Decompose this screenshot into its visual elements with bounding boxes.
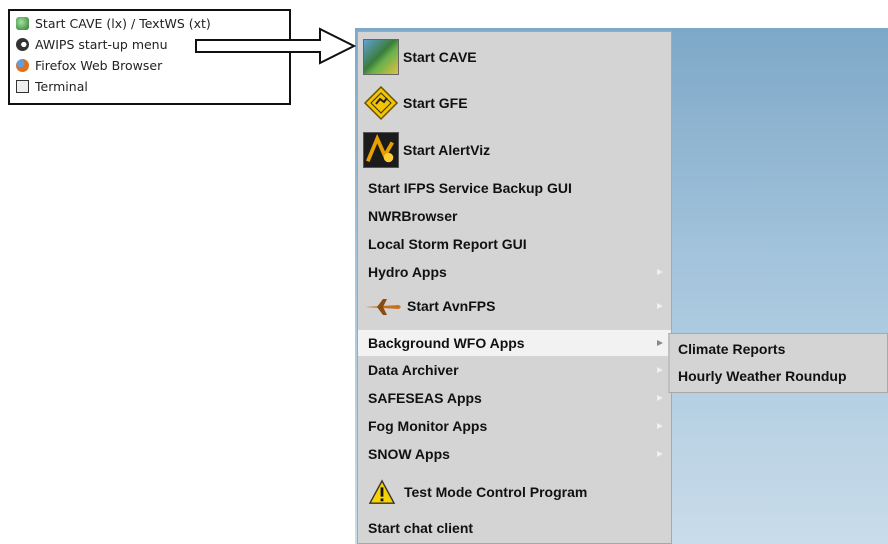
menu-item-label: Local Storm Report GUI (368, 236, 527, 252)
menu-item-label: Background WFO Apps (368, 335, 525, 351)
launcher-item-label: Firefox Web Browser (35, 58, 163, 73)
submenu-arrow-icon (657, 269, 663, 275)
menu-item-label: Fog Monitor Apps (368, 418, 488, 434)
menu-item-ifps-backup[interactable]: Start IFPS Service Backup GUI (358, 174, 671, 202)
menu-item-background-wfo-apps[interactable]: Background WFO Apps (358, 330, 671, 356)
menu-item-start-avnfps[interactable]: Start AvnFPS (358, 288, 671, 324)
submenu-item-hourly-weather-roundup[interactable]: Hourly Weather Roundup (670, 363, 847, 389)
menu-item-label: Start chat client (368, 520, 474, 536)
callout-arrow-icon (195, 27, 357, 65)
submenu-arrow-icon (657, 423, 663, 429)
menu-item-label: Start IFPS Service Backup GUI (368, 180, 572, 196)
submenu-arrow-icon (657, 367, 663, 373)
launcher-item-label: Start CAVE (lx) / TextWS (xt) (35, 16, 211, 31)
alertviz-icon (363, 132, 399, 168)
launcher-item-label: Terminal (35, 79, 88, 94)
warning-triangle-icon (368, 479, 396, 504)
menu-item-local-storm-report[interactable]: Local Storm Report GUI (358, 230, 671, 258)
launcher-item-terminal[interactable]: Terminal (16, 76, 289, 97)
menu-item-snow-apps[interactable]: SNOW Apps (358, 440, 671, 468)
submenu-arrow-icon (657, 451, 663, 457)
menu-item-fog-monitor-apps[interactable]: Fog Monitor Apps (358, 412, 671, 440)
firefox-icon (16, 59, 29, 72)
cave-icon (16, 17, 29, 30)
gfe-warning-icon (363, 85, 399, 121)
menu-item-label: Start CAVE (403, 49, 477, 65)
menu-item-label: SNOW Apps (368, 446, 450, 462)
launcher-item-label: AWIPS start-up menu (35, 37, 168, 52)
menu-item-start-alertviz[interactable]: Start AlertViz (358, 128, 671, 172)
background-wfo-submenu: Climate Reports Hourly Weather Roundup (668, 333, 888, 393)
airplane-icon (365, 299, 401, 315)
submenu-item-label: Climate Reports (678, 341, 786, 357)
menu-item-hydro-apps[interactable]: Hydro Apps (358, 258, 671, 286)
menu-item-start-gfe[interactable]: Start GFE (358, 82, 671, 124)
menu-item-label: Data Archiver (368, 362, 459, 378)
menu-item-label: NWRBrowser (368, 208, 458, 224)
submenu-arrow-icon (657, 395, 663, 401)
submenu-item-label: Hourly Weather Roundup (678, 368, 847, 384)
awips-startup-menu: Start CAVE Start GFE Start AlertViz Star… (357, 31, 672, 544)
menu-item-nwrbrowser[interactable]: NWRBrowser (358, 202, 671, 230)
awips-icon (16, 38, 29, 51)
menu-item-start-cave[interactable]: Start CAVE (358, 34, 671, 80)
terminal-icon (16, 80, 29, 93)
cave-globe-icon (363, 39, 399, 75)
submenu-arrow-icon (657, 303, 663, 309)
menu-item-label: Start AlertViz (403, 142, 491, 158)
menu-item-test-mode-control[interactable]: Test Mode Control Program (358, 472, 671, 512)
menu-item-label: Start AvnFPS (407, 298, 496, 314)
menu-item-label: Test Mode Control Program (404, 484, 588, 500)
menu-item-safeseas-apps[interactable]: SAFESEAS Apps (358, 384, 671, 412)
submenu-item-climate-reports[interactable]: Climate Reports (670, 336, 785, 362)
menu-item-label: Start GFE (403, 95, 468, 111)
submenu-arrow-icon (657, 340, 663, 346)
menu-item-data-archiver[interactable]: Data Archiver (358, 356, 671, 384)
menu-item-label: Hydro Apps (368, 264, 447, 280)
menu-item-label: SAFESEAS Apps (368, 390, 482, 406)
menu-item-start-chat-client[interactable]: Start chat client (358, 514, 671, 542)
